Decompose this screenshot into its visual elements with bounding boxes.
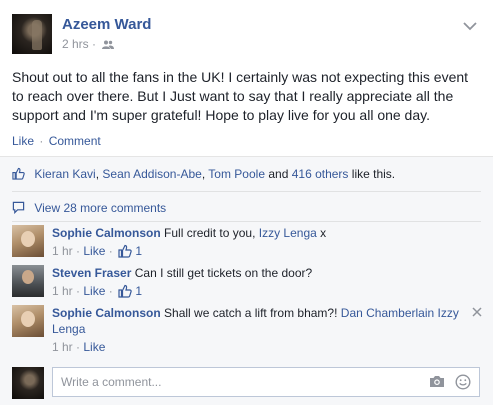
current-user-avatar bbox=[12, 367, 44, 399]
comment-like-count[interactable]: 1 bbox=[135, 284, 142, 298]
liker-name[interactable]: Sean Addison-Abe bbox=[102, 167, 201, 181]
liker-comma: , bbox=[95, 167, 100, 181]
commenter-name[interactable]: Steven Fraser bbox=[52, 266, 131, 280]
comment-body: Sophie Calmonson Full credit to you, Izz… bbox=[52, 225, 462, 262]
meta-separator: · bbox=[92, 37, 97, 51]
meta-separator: · bbox=[108, 244, 113, 258]
comment-item: Steven Fraser Can I still get tickets on… bbox=[12, 265, 482, 301]
comment-item: Sophie Calmonson Shall we catch a lift f… bbox=[12, 305, 482, 357]
comment-like-button[interactable]: Like bbox=[83, 244, 105, 258]
commenter-avatar[interactable] bbox=[12, 225, 44, 257]
remove-comment-close-icon[interactable] bbox=[472, 305, 482, 317]
meta-separator: · bbox=[76, 244, 81, 258]
like-count-thumb-icon bbox=[118, 284, 132, 302]
comment-mention[interactable]: Izzy Lenga bbox=[259, 226, 317, 240]
view-more-comments-link[interactable]: View 28 more comments bbox=[34, 201, 166, 215]
comment-meta: 1 hr · Like · 1 bbox=[52, 283, 462, 302]
like-count-thumb-icon bbox=[118, 244, 132, 262]
comment-text: Shall we catch a lift from bham?! bbox=[164, 306, 338, 320]
thumbs-up-icon bbox=[12, 167, 25, 183]
author-avatar[interactable] bbox=[12, 14, 52, 54]
post-meta: 2 hrs · bbox=[62, 37, 115, 52]
comment-input[interactable] bbox=[59, 374, 413, 390]
comment-trailing-text: x bbox=[320, 226, 327, 240]
post-options-chevron-icon[interactable] bbox=[463, 18, 477, 31]
comment-timestamp[interactable]: 1 hr bbox=[52, 244, 73, 258]
comment-text: Can I still get tickets on the door? bbox=[134, 266, 313, 280]
emoji-icon[interactable] bbox=[455, 374, 471, 395]
meta-separator: · bbox=[76, 340, 81, 354]
comment-text: Full credit to you, bbox=[164, 226, 256, 240]
likes-others-link[interactable]: 416 others bbox=[292, 167, 349, 181]
friends-audience-icon[interactable] bbox=[102, 38, 115, 52]
likes-suffix: like this. bbox=[351, 167, 396, 181]
comment-body: Steven Fraser Can I still get tickets on… bbox=[52, 265, 462, 302]
comment-text-line: Sophie Calmonson Full credit to you, Izz… bbox=[52, 225, 462, 241]
commenter-name[interactable]: Sophie Calmonson bbox=[52, 226, 161, 240]
comment-meta: 1 hr · Like · 1 bbox=[52, 243, 462, 262]
liker-name[interactable]: Kieran Kavi bbox=[34, 167, 95, 181]
view-more-comments[interactable]: View 28 more comments bbox=[12, 201, 166, 217]
author-name[interactable]: Azeem Ward bbox=[62, 16, 151, 33]
comment-input-box[interactable] bbox=[52, 367, 480, 397]
comment-text-line: Steven Fraser Can I still get tickets on… bbox=[52, 265, 462, 281]
liker-comma: , bbox=[201, 167, 206, 181]
post-card: Azeem Ward 2 hrs · Shout out to all the … bbox=[0, 0, 493, 405]
likes-summary: Kieran Kavi, Sean Addison-Abe, Tom Poole… bbox=[12, 167, 395, 183]
post-timestamp[interactable]: 2 hrs bbox=[62, 37, 89, 51]
liker-name[interactable]: Tom Poole bbox=[208, 167, 265, 181]
meta-separator: · bbox=[108, 284, 113, 298]
comment-item: Sophie Calmonson Full credit to you, Izz… bbox=[12, 225, 482, 261]
post-body-text: Shout out to all the fans in the UK! I c… bbox=[12, 69, 469, 123]
comment-text-line: Sophie Calmonson Shall we catch a lift f… bbox=[52, 305, 462, 337]
action-separator: · bbox=[39, 134, 44, 148]
likes-and-text: and bbox=[268, 167, 289, 181]
commenter-avatar[interactable] bbox=[12, 305, 44, 337]
feedback-section: Kieran Kavi, Sean Addison-Abe, Tom Poole… bbox=[0, 156, 493, 405]
comment-composer bbox=[12, 365, 482, 399]
comment-like-count[interactable]: 1 bbox=[135, 244, 142, 258]
comment-timestamp[interactable]: 1 hr bbox=[52, 284, 73, 298]
comment-timestamp[interactable]: 1 hr bbox=[52, 340, 73, 354]
camera-icon[interactable] bbox=[429, 375, 445, 393]
meta-separator: · bbox=[76, 284, 81, 298]
comment-meta: 1 hr · Like bbox=[52, 339, 462, 355]
comment-button[interactable]: Comment bbox=[49, 134, 101, 148]
comment-like-button[interactable]: Like bbox=[83, 340, 105, 354]
commenter-avatar[interactable] bbox=[12, 265, 44, 297]
comment-bubble-icon bbox=[12, 201, 25, 217]
like-button[interactable]: Like bbox=[12, 134, 34, 148]
post-header: Azeem Ward 2 hrs · bbox=[12, 12, 481, 56]
comment-body: Sophie Calmonson Shall we catch a lift f… bbox=[52, 305, 462, 355]
divider bbox=[12, 221, 481, 222]
divider bbox=[12, 191, 481, 192]
commenter-name[interactable]: Sophie Calmonson bbox=[52, 306, 161, 320]
post-actions: Like · Comment bbox=[12, 134, 101, 148]
comment-like-button[interactable]: Like bbox=[83, 284, 105, 298]
